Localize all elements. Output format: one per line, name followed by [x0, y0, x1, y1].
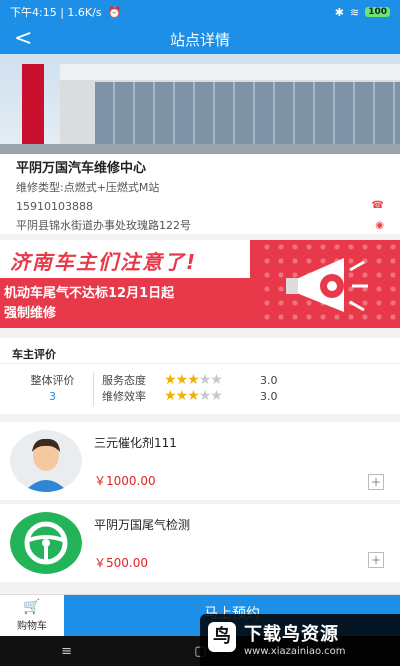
page-title: 站点详情: [169, 30, 230, 49]
product-price: ￥1000.00: [94, 474, 156, 488]
location-icon[interactable]: ◉: [375, 220, 384, 231]
product-card[interactable]: 平阴万国尾气检测 ￥500.00 +: [0, 504, 400, 582]
star-filled-icon: ★: [175, 388, 189, 404]
rating-row-score: 3.0: [260, 389, 278, 403]
cart-icon: 🛒: [23, 599, 41, 615]
rating-row-label: 维修效率: [102, 390, 146, 403]
overall-rating: 整体评价 3: [12, 372, 94, 406]
banner-line-1: 机动车尾气不达标12月1日起: [4, 286, 175, 301]
overall-rating-value: 3: [49, 390, 56, 403]
station-address[interactable]: 平阴县锦水街道办事处玫瑰路122号: [16, 216, 384, 235]
watermark: 鸟 下载鸟资源 www.xiazainiao.com: [200, 614, 400, 666]
rating-row: 服务态度 ★★★★★ 3.0: [102, 372, 278, 388]
bluetooth-icon: ✱: [334, 5, 344, 19]
product-name: 平阴万国尾气检测: [94, 518, 191, 532]
cart-label: 购物车: [17, 621, 47, 632]
status-bar: 下午4:15 | 1.6K/s ⏰ ✱ ≋ 100: [0, 0, 400, 24]
rating-row-label: 服务态度: [102, 374, 146, 387]
status-time-speed: 下午4:15 | 1.6K/s: [10, 6, 102, 19]
watermark-logo-icon: 鸟: [208, 622, 236, 652]
dealer-sign: [22, 64, 44, 144]
steering-wheel-icon: [10, 512, 82, 574]
star-empty-icon: ★: [198, 372, 212, 388]
add-to-cart-button[interactable]: +: [368, 474, 384, 490]
add-to-cart-button[interactable]: +: [368, 552, 384, 568]
station-types: 维修类型:点燃式+压燃式M站: [16, 181, 160, 194]
product-price: ￥500.00: [94, 556, 148, 570]
rating-header: 车主评价: [0, 338, 400, 364]
star-empty-icon: ★: [198, 388, 212, 404]
battery-indicator: 100: [365, 7, 390, 17]
star-rating: ★★★★★: [164, 372, 260, 388]
banner-line-2: 强制维修: [4, 306, 57, 321]
megaphone-icon: [286, 258, 368, 312]
watermark-title: 下载鸟资源: [244, 624, 339, 645]
promo-banner[interactable]: 济南车主们注意了! 机动车尾气不达标12月1日起 强制维修: [0, 240, 400, 328]
station-info: 平阴万国汽车维修中心 维修类型:点燃式+压燃式M站 15910103888 平阴…: [0, 154, 400, 234]
star-empty-icon: ★: [210, 388, 223, 404]
cart-button[interactable]: 🛒 购物车: [0, 595, 64, 637]
banner-headline: 济南车主们注意了!: [0, 240, 250, 278]
overall-rating-label: 整体评价: [30, 374, 75, 387]
owner-rating: 车主评价 整体评价 3 服务态度 ★★★★★ 3.0 维修效率 ★★★★★ 3.…: [0, 338, 400, 414]
station-phone[interactable]: 15910103888: [16, 197, 384, 216]
star-filled-icon: ★: [187, 388, 200, 404]
star-rating: ★★★★★: [164, 388, 260, 404]
rating-rows: 服务态度 ★★★★★ 3.0 维修效率 ★★★★★ 3.0: [102, 372, 278, 404]
rating-row-score: 3.0: [260, 373, 278, 387]
star-filled-icon: ★: [164, 388, 177, 404]
product-card[interactable]: 三元催化剂111 ￥1000.00 +: [0, 422, 400, 500]
avatar-person-icon: [10, 430, 82, 492]
station-name: 平阴万国汽车维修中心: [16, 161, 147, 176]
nav-bar: < 站点详情: [0, 24, 400, 54]
star-filled-icon: ★: [175, 372, 189, 388]
station-photo: [0, 54, 400, 154]
rating-row: 维修效率 ★★★★★ 3.0: [102, 388, 278, 404]
alarm-icon: ⏰: [107, 5, 122, 19]
product-name: 三元催化剂111: [94, 436, 177, 450]
back-button[interactable]: <: [14, 26, 32, 52]
phone-icon[interactable]: ☎: [372, 200, 384, 211]
menu-icon[interactable]: ≡: [61, 644, 72, 659]
star-filled-icon: ★: [187, 372, 200, 388]
watermark-url: www.xiazainiao.com: [244, 646, 346, 657]
wifi-icon: ≋: [349, 5, 360, 19]
star-empty-icon: ★: [210, 372, 223, 388]
star-filled-icon: ★: [164, 372, 177, 388]
